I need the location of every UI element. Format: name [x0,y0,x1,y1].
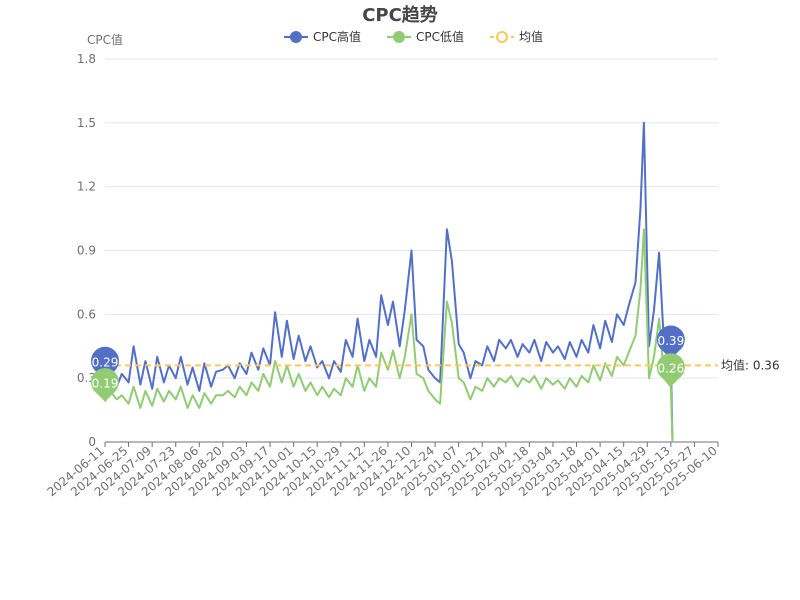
y-tick-label: 0.6 [77,307,96,321]
average-label: 均值: 0.36 [721,357,780,372]
legend-marker [393,31,405,43]
pin-label: 0.26 [657,362,684,376]
legend-label: CPC低值 [416,29,464,44]
y-tick-label: 1.8 [77,52,96,66]
legend-marker [496,31,508,43]
series-line [104,121,674,443]
y-tick-label: 1.5 [77,116,96,130]
y-tick-label: 0.9 [77,244,96,258]
y-tick-label: 1.2 [77,180,96,194]
x-axis-ticks: 2024-06-112024-06-252024-07-092024-07-23… [44,442,720,499]
series-line [104,228,674,443]
cpc-trend-chart: CPC趋势 CPC高值 CPC低值 均值 CPC值 00.30.60.91.21.5… [44,4,780,499]
legend-label: CPC高值 [313,29,361,44]
value-pin: 0.26 [656,353,685,387]
legend-marker [290,31,302,43]
chart-title: CPC趋势 [362,4,438,26]
legend-label: 均值 [519,29,543,44]
pin-label: 0.29 [92,355,119,369]
pin-label: 0.19 [92,377,119,391]
legend-item[interactable]: 均值 [490,29,543,44]
pin-label: 0.39 [657,334,684,348]
series-lines [104,121,674,443]
legend[interactable]: CPC高值 CPC低值 均值 [284,29,543,44]
y-axis-label: CPC值 [87,32,123,47]
legend-item[interactable]: CPC高值 [284,29,361,44]
legend-item[interactable]: CPC低值 [387,29,464,44]
